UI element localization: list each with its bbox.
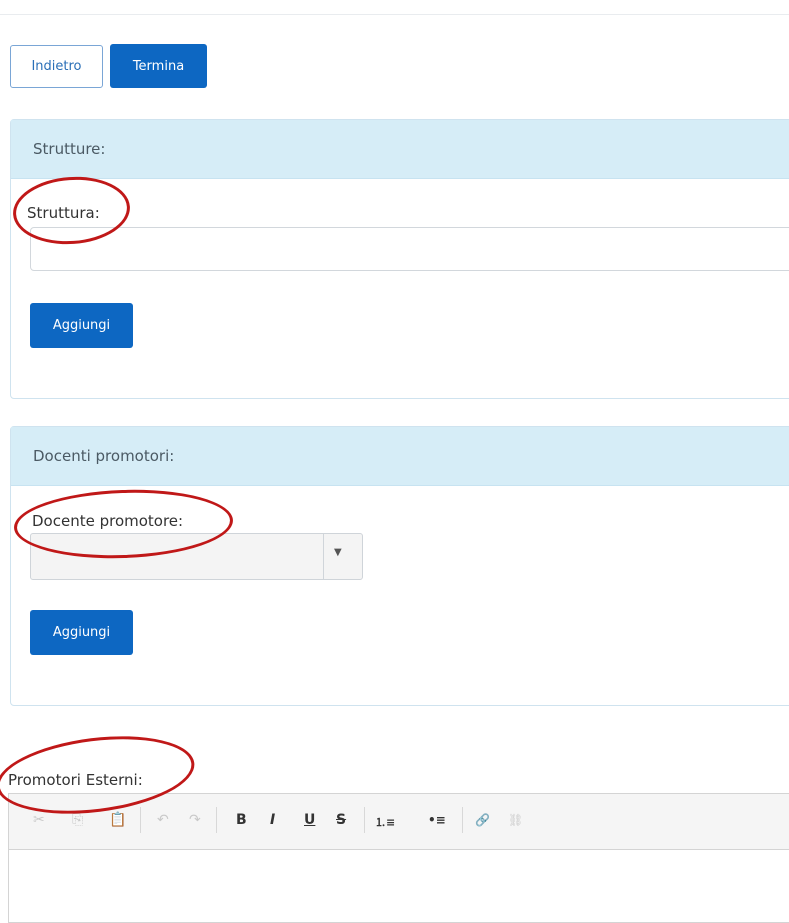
external-promoters-editor[interactable]: ✂ ⎘ 📋 ↶ ↷ B I U S ⒈≡ •≡ 🔗 ⛓ [8, 793, 789, 923]
structure-input[interactable] [30, 227, 789, 271]
undo-icon[interactable]: ↶ [157, 812, 169, 828]
chevron-down-icon[interactable]: ▼ [334, 547, 342, 558]
ordered-list-icon[interactable]: ⒈≡ [375, 814, 395, 830]
underline-icon[interactable]: U [304, 812, 315, 828]
select-divider [323, 534, 324, 579]
top-divider [0, 14, 789, 15]
toolbar-separator [364, 807, 365, 833]
strikethrough-icon[interactable]: S [336, 812, 346, 828]
add-teacher-button[interactable]: Aggiungi [30, 610, 133, 655]
toolbar-separator [462, 807, 463, 833]
structures-panel-title: Strutture: [11, 120, 789, 179]
back-button[interactable]: Indietro [10, 45, 103, 88]
bullet-list-icon[interactable]: •≡ [428, 813, 446, 827]
redo-icon[interactable]: ↷ [189, 812, 201, 828]
unlink-icon[interactable]: ⛓ [508, 813, 523, 827]
teachers-panel-title: Docenti promotori: [11, 427, 789, 486]
link-icon[interactable]: 🔗 [475, 813, 490, 827]
copy-icon[interactable]: ⎘ [72, 812, 83, 828]
add-structure-button[interactable]: Aggiungi [30, 303, 133, 348]
finish-button[interactable]: Termina [110, 44, 207, 88]
bold-icon[interactable]: B [236, 812, 247, 828]
paste-icon[interactable]: 📋 [109, 812, 126, 828]
toolbar-separator [216, 807, 217, 833]
toolbar-separator [140, 807, 141, 833]
italic-icon[interactable]: I [270, 812, 275, 828]
cut-icon[interactable]: ✂ [33, 812, 45, 828]
